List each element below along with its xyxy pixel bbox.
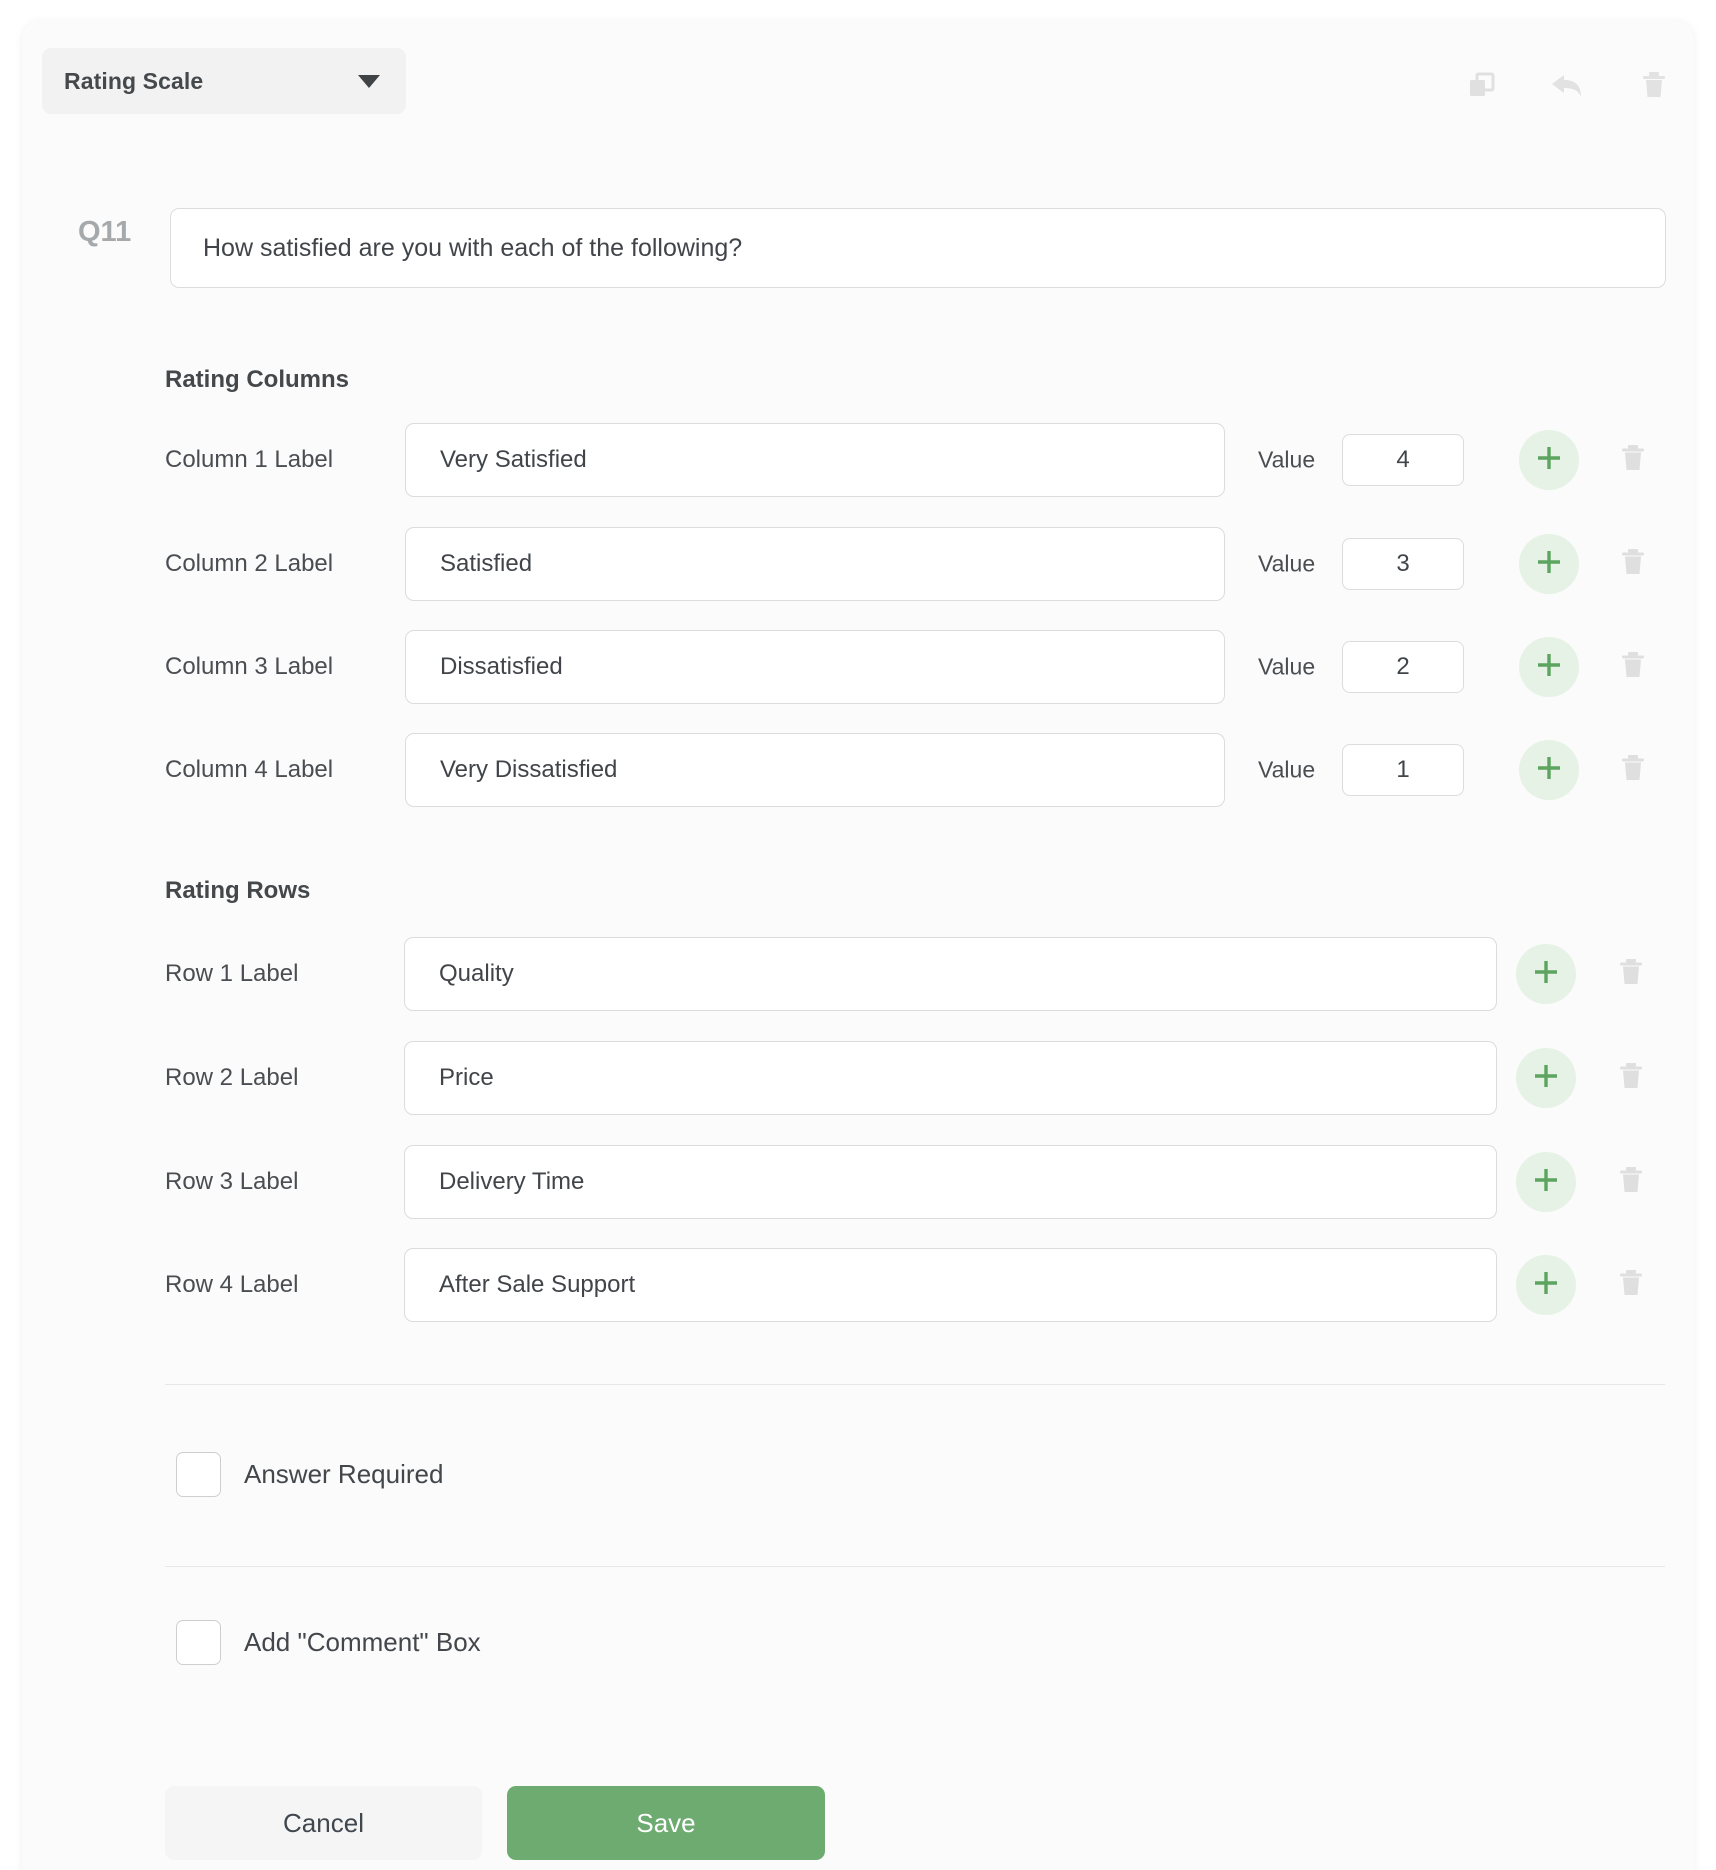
save-button[interactable]: Save — [507, 1786, 825, 1860]
column-text-input[interactable]: Satisfied — [405, 527, 1225, 601]
delete-question-button[interactable] — [1636, 66, 1672, 104]
trash-icon — [1618, 957, 1644, 992]
row-text-input[interactable]: Price — [404, 1041, 1497, 1115]
value-label: Value — [1258, 756, 1316, 783]
add-row-button[interactable] — [1516, 1152, 1576, 1212]
value-label: Value — [1258, 446, 1316, 473]
rating-row: Row 4 Label After Sale Support — [22, 1248, 1694, 1322]
question-number: Q11 — [78, 216, 132, 248]
question-toolbar — [1464, 66, 1672, 104]
row-label: Row 2 Label — [165, 1064, 299, 1091]
add-row-button[interactable] — [1516, 1255, 1576, 1315]
add-column-button[interactable] — [1519, 430, 1579, 490]
row-label: Row 3 Label — [165, 1168, 299, 1195]
question-type-dropdown[interactable]: Rating Scale — [42, 48, 406, 114]
trash-icon — [1620, 650, 1646, 685]
add-column-button[interactable] — [1519, 740, 1579, 800]
column-text-input[interactable]: Dissatisfied — [405, 630, 1225, 704]
plus-icon — [1530, 1164, 1562, 1201]
question-text-input[interactable]: How satisfied are you with each of the f… — [170, 208, 1666, 288]
divider — [165, 1566, 1665, 1567]
column-value-input[interactable]: 2 — [1342, 641, 1464, 693]
chevron-down-icon — [358, 74, 380, 88]
delete-column-button[interactable] — [1611, 542, 1655, 586]
plus-icon — [1533, 649, 1565, 686]
delete-column-button[interactable] — [1611, 748, 1655, 792]
trash-icon — [1620, 753, 1646, 788]
rating-row: Row 2 Label Price — [22, 1041, 1694, 1115]
delete-column-button[interactable] — [1611, 438, 1655, 482]
add-column-button[interactable] — [1519, 534, 1579, 594]
undo-button[interactable] — [1550, 66, 1586, 104]
plus-icon — [1530, 1060, 1562, 1097]
row-label: Row 1 Label — [165, 960, 299, 987]
delete-row-button[interactable] — [1609, 952, 1653, 996]
rating-row: Row 3 Label Delivery Time — [22, 1145, 1694, 1219]
delete-column-button[interactable] — [1611, 645, 1655, 689]
column-label: Column 1 Label — [165, 446, 334, 473]
answer-required-label: Answer Required — [244, 1459, 444, 1489]
trash-icon — [1640, 69, 1668, 101]
trash-icon — [1618, 1165, 1644, 1200]
plus-icon — [1533, 546, 1565, 583]
column-value-input[interactable]: 3 — [1342, 538, 1464, 590]
column-value-input[interactable]: 4 — [1342, 434, 1464, 486]
rating-rows-heading: Rating Rows — [165, 877, 311, 904]
value-label: Value — [1258, 550, 1316, 577]
add-row-button[interactable] — [1516, 1048, 1576, 1108]
add-row-button[interactable] — [1516, 944, 1576, 1004]
comment-box-label: Add "Comment" Box — [244, 1627, 481, 1657]
duplicate-button[interactable] — [1464, 66, 1500, 104]
column-text-input[interactable]: Very Satisfied — [405, 423, 1225, 497]
column-label: Column 2 Label — [165, 550, 334, 577]
delete-row-button[interactable] — [1609, 1056, 1653, 1100]
question-type-label: Rating Scale — [64, 67, 204, 94]
delete-row-button[interactable] — [1609, 1160, 1653, 1204]
rating-column-row: Column 2 Label Satisfied Value 3 — [22, 527, 1694, 601]
comment-box-option[interactable]: Add "Comment" Box — [176, 1620, 481, 1665]
value-label: Value — [1258, 653, 1316, 680]
answer-required-checkbox[interactable] — [176, 1452, 221, 1497]
rating-row: Row 1 Label Quality — [22, 937, 1694, 1011]
trash-icon — [1618, 1268, 1644, 1303]
answer-required-option[interactable]: Answer Required — [176, 1452, 443, 1497]
trash-icon — [1620, 443, 1646, 478]
rating-column-row: Column 1 Label Very Satisfied Value 4 — [22, 423, 1694, 497]
trash-icon — [1620, 547, 1646, 582]
plus-icon — [1530, 1267, 1562, 1304]
delete-row-button[interactable] — [1609, 1263, 1653, 1307]
divider — [165, 1384, 1665, 1385]
column-value-input[interactable]: 1 — [1342, 744, 1464, 796]
row-label: Row 4 Label — [165, 1271, 299, 1298]
question-editor-page: Rating Scale Q11 How satisfied are you w… — [0, 0, 1716, 1870]
plus-icon — [1533, 442, 1565, 479]
duplicate-icon — [1466, 69, 1498, 101]
add-column-button[interactable] — [1519, 637, 1579, 697]
column-label: Column 4 Label — [165, 756, 334, 783]
row-text-input[interactable]: After Sale Support — [404, 1248, 1497, 1322]
rating-column-row: Column 4 Label Very Dissatisfied Value 1 — [22, 733, 1694, 807]
comment-box-checkbox[interactable] — [176, 1620, 221, 1665]
rating-columns-heading: Rating Columns — [165, 366, 349, 393]
plus-icon — [1533, 752, 1565, 789]
row-text-input[interactable]: Delivery Time — [404, 1145, 1497, 1219]
row-text-input[interactable]: Quality — [404, 937, 1497, 1011]
trash-icon — [1618, 1061, 1644, 1096]
question-editor-card: Rating Scale Q11 How satisfied are you w… — [22, 20, 1694, 1870]
undo-icon — [1550, 69, 1586, 101]
plus-icon — [1530, 956, 1562, 993]
rating-column-row: Column 3 Label Dissatisfied Value 2 — [22, 630, 1694, 704]
column-text-input[interactable]: Very Dissatisfied — [405, 733, 1225, 807]
column-label: Column 3 Label — [165, 653, 334, 680]
cancel-button[interactable]: Cancel — [165, 1786, 482, 1860]
